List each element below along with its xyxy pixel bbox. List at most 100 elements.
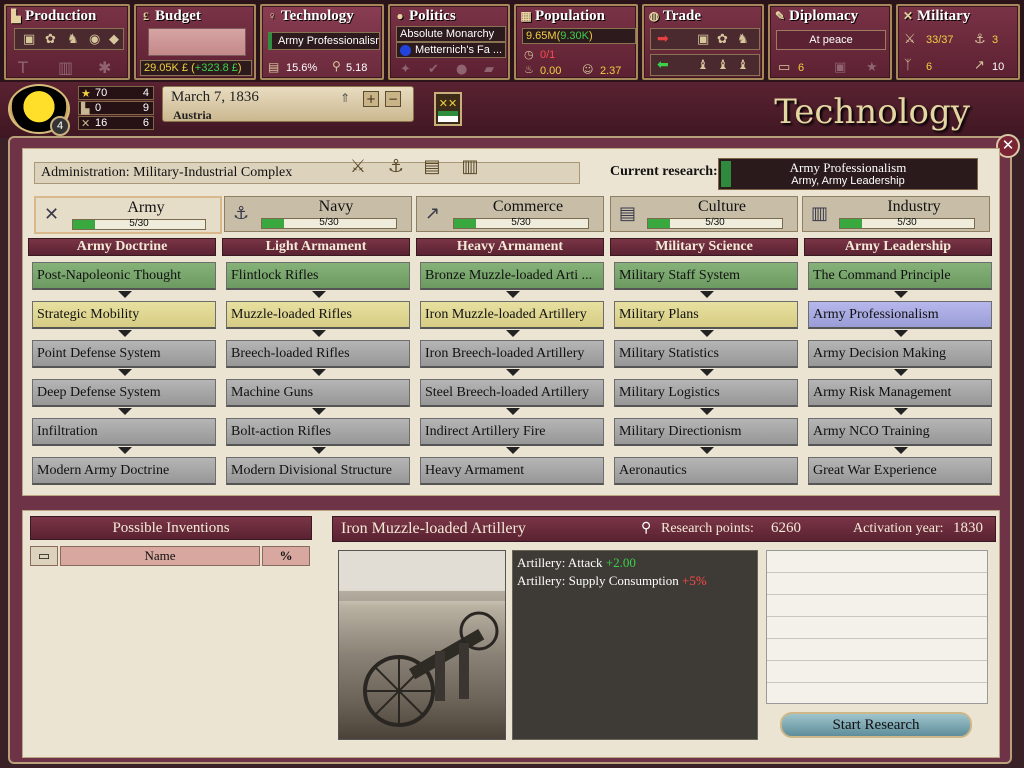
column-header: Heavy Armament: [416, 238, 604, 256]
tech-item[interactable]: Army Decision Making: [808, 340, 992, 368]
tech-item[interactable]: Army Risk Management: [808, 379, 992, 407]
population-ratio: 0/1: [540, 49, 556, 61]
tech-item[interactable]: Bronze Muzzle-loaded Arti ...: [420, 262, 604, 290]
tech-item[interactable]: Iron Muzzle-loaded Artillery: [420, 301, 604, 329]
add-navy-icon[interactable]: ⚓: [382, 156, 410, 184]
production-goods-strip[interactable]: ▣ ✿ ♞ ◉ ◆: [14, 28, 124, 50]
army-banner-icon[interactable]: ✕✕: [434, 92, 462, 126]
tech-details-name: Iron Muzzle-loaded Artillery: [341, 520, 526, 537]
hammer-icon[interactable]: T: [18, 58, 28, 77]
factory-build-icon[interactable]: ▥: [58, 58, 73, 77]
ruling-party[interactable]: Metternich's Fa ...: [396, 42, 506, 58]
trade-imports[interactable]: ⬅ ♝ ♝ ♝: [650, 54, 760, 76]
tech-item[interactable]: Military Staff System: [614, 262, 798, 290]
research-points-label: Research points:: [661, 521, 754, 536]
current-research-label: Current research:: [610, 164, 718, 179]
tech-item[interactable]: Machine Guns: [226, 379, 410, 407]
gear-icon[interactable]: ✱: [98, 58, 111, 77]
current-research-box[interactable]: Army Professionalism Army, Army Leadersh…: [718, 158, 978, 190]
military-stat2: 10: [992, 61, 1005, 73]
trade-exports[interactable]: ➡ ▣ ✿ ♞: [650, 28, 760, 50]
tech-item[interactable]: Modern Army Doctrine: [32, 457, 216, 485]
industry-rank: 9: [142, 102, 149, 114]
factory-icon: ▙: [81, 103, 90, 115]
budget-chart: [148, 28, 246, 56]
tech-item[interactable]: Steel Breech-loaded Artillery: [420, 379, 604, 407]
add-army-icon[interactable]: ⚔: [344, 156, 372, 184]
politics-panel[interactable]: ● Politics Absolute Monarchy Metternich's…: [388, 4, 510, 80]
tech-column-army-doctrine: Army Doctrine Post-Napoleonic Thought Stra…: [28, 238, 216, 494]
tech-item[interactable]: Muzzle-loaded Rifles: [226, 301, 410, 329]
tech-item[interactable]: Military Logistics: [614, 379, 798, 407]
goods-icon: ▣: [23, 32, 36, 47]
tech-item[interactable]: Deep Defense System: [32, 379, 216, 407]
factory-icon: ▙: [11, 9, 21, 23]
effect-value: +2.00: [605, 555, 636, 570]
shield-icon[interactable]: ▣: [834, 60, 846, 75]
speed-down-button[interactable]: −: [385, 91, 401, 107]
cannon-icon: ⚔: [904, 32, 916, 47]
tech-item[interactable]: Military Directionism: [614, 418, 798, 446]
budget-panel[interactable]: £ Budget 29.05K £ (+323.8 £): [134, 4, 256, 80]
column-header: Army Leadership: [804, 238, 992, 256]
production-panel[interactable]: ▙ Production ▣ ✿ ♞ ◉ ◆ T ▥ ✱: [4, 4, 130, 80]
tech-item[interactable]: Aeronautics: [614, 457, 798, 485]
technology-current: Army Professionalism: [268, 32, 380, 50]
star-icon[interactable]: ★: [866, 60, 878, 75]
add-industry-icon[interactable]: ▥: [456, 156, 484, 184]
speed-chevron-icon[interactable]: ⇑: [337, 91, 353, 107]
magnifier-icon: ⚲: [332, 59, 341, 73]
tech-item[interactable]: Army NCO Training: [808, 418, 992, 446]
tech-item[interactable]: Breech-loaded Rifles: [226, 340, 410, 368]
tech-item[interactable]: Military Statistics: [614, 340, 798, 368]
tab-commerce[interactable]: ↗ Commerce 5/30: [416, 196, 604, 232]
cloth-icon: ♝: [717, 58, 729, 73]
check-icon[interactable]: ✔: [428, 62, 439, 77]
reform-icon[interactable]: ✦: [400, 62, 411, 77]
flag-icon[interactable]: ▰: [484, 62, 494, 77]
inventions-percent-column[interactable]: %: [262, 546, 310, 566]
folder-icon[interactable]: ▭: [30, 546, 58, 566]
population-panel[interactable]: ▦ Population 9.65M(9.30K) ◷ 0/1 ♨ 0.00 ☺ …: [514, 4, 638, 80]
book-icon: ▤: [619, 203, 637, 224]
diplomacy-panel[interactable]: ✎ Diplomacy At peace ▭ 6 ▣ ★: [768, 4, 892, 80]
military-panel[interactable]: ✕ Military ⚔ 33/37 ⚓ 3 ᛉ 6 ↗ 10: [896, 4, 1020, 80]
tech-item[interactable]: The Command Principle: [808, 262, 992, 290]
tech-item[interactable]: Military Plans: [614, 301, 798, 329]
globe-icon[interactable]: ●: [456, 62, 467, 77]
grain-icon: ✿: [717, 32, 728, 47]
speed-up-button[interactable]: +: [363, 91, 379, 107]
tech-item[interactable]: Indirect Artillery Fire: [420, 418, 604, 446]
tech-item[interactable]: Infiltration: [32, 418, 216, 446]
tab-navy[interactable]: ⚓ Navy 5/30: [224, 196, 412, 232]
tech-item[interactable]: Heavy Armament: [420, 457, 604, 485]
tech-item[interactable]: Flintlock Rifles: [226, 262, 410, 290]
current-date: March 7, 1836: [171, 89, 259, 105]
tech-item[interactable]: Great War Experience: [808, 457, 992, 485]
spice-icon: ♝: [737, 58, 749, 73]
population-stat1: 0.00: [540, 65, 562, 77]
inventions-name-column[interactable]: Name: [60, 546, 260, 566]
add-culture-icon[interactable]: ▤: [418, 156, 446, 184]
tech-item[interactable]: Strategic Mobility: [32, 301, 216, 329]
tab-army[interactable]: ✕ Army 5/30: [34, 196, 222, 234]
tech-arrow-icon: [506, 330, 520, 337]
tech-item[interactable]: Army Professionalism: [808, 301, 992, 329]
tab-industry[interactable]: ▥ Industry 5/30: [802, 196, 990, 232]
tech-arrow-icon: [894, 291, 908, 298]
tech-arrow-icon: [700, 447, 714, 454]
military-stat1: 6: [926, 61, 933, 73]
tech-item[interactable]: Point Defense System: [32, 340, 216, 368]
tech-item[interactable]: Iron Breech-loaded Artillery: [420, 340, 604, 368]
tech-item[interactable]: Post-Napoleonic Thought: [32, 262, 216, 290]
tab-progress-text: 5/30: [129, 218, 149, 229]
tab-culture[interactable]: ▤ Culture 5/30: [610, 196, 798, 232]
army-count: 33/37: [926, 34, 954, 46]
tech-item[interactable]: Modern Divisional Structure: [226, 457, 410, 485]
budget-delta: +323.8 £: [194, 62, 238, 74]
technology-panel[interactable]: ♀ Technology Army Professionalism ▤ 15.6%…: [260, 4, 384, 80]
tech-arrow-icon: [894, 408, 908, 415]
tech-item[interactable]: Bolt-action Rifles: [226, 418, 410, 446]
trade-panel[interactable]: ◍ Trade ➡ ▣ ✿ ♞ ⬅ ♝ ♝ ♝: [642, 4, 764, 80]
start-research-button[interactable]: Start Research: [780, 712, 972, 738]
